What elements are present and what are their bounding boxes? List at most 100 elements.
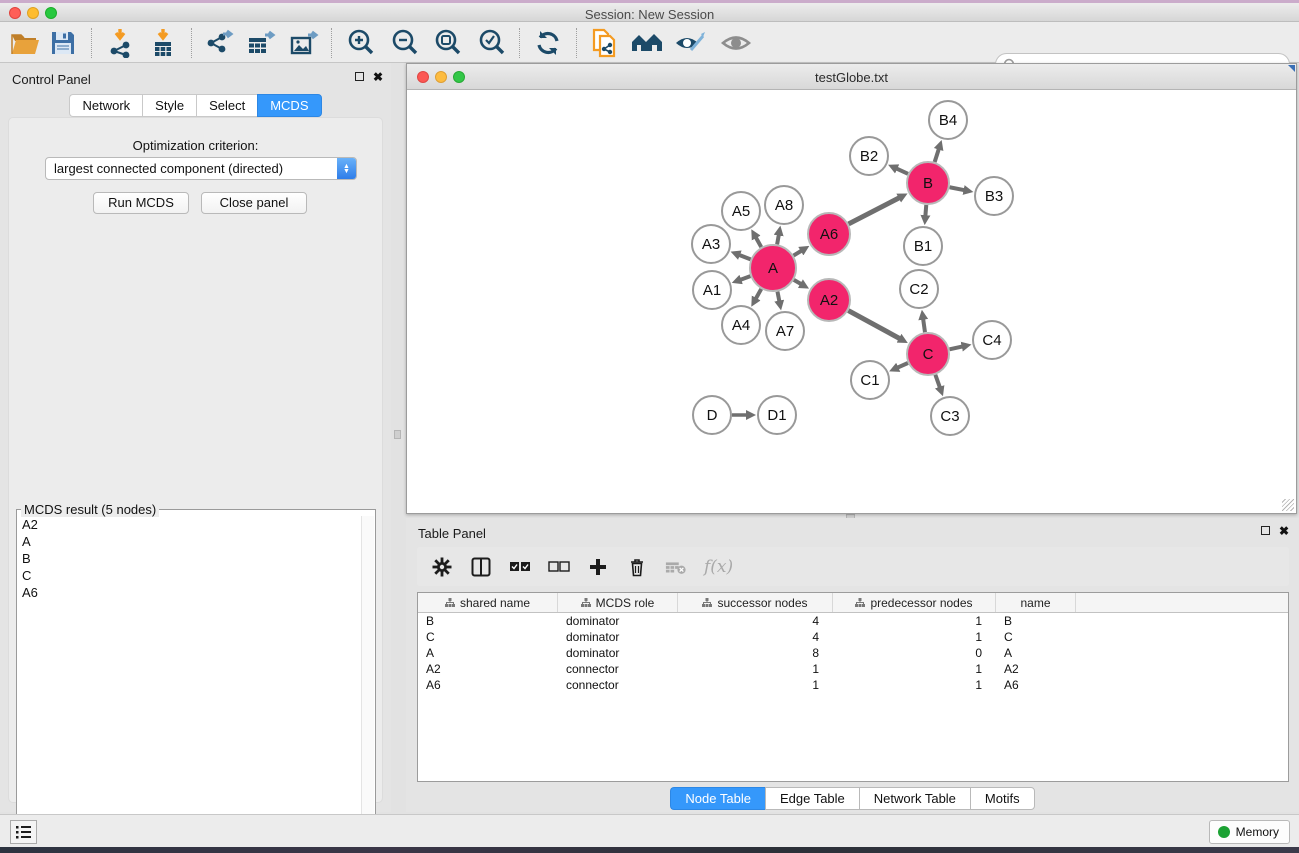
table-cell[interactable]: 1 xyxy=(833,677,996,693)
tab-select[interactable]: Select xyxy=(196,94,257,117)
tab-motifs[interactable]: Motifs xyxy=(970,787,1035,810)
open-file-icon[interactable] xyxy=(8,27,42,59)
column-header-name[interactable]: name xyxy=(996,593,1076,612)
first-neighbors-icon[interactable] xyxy=(630,27,664,59)
node-B1[interactable]: B1 xyxy=(904,227,942,265)
mcds-result-item[interactable]: B xyxy=(18,550,362,567)
table-cell[interactable]: connector xyxy=(558,661,678,677)
edge-A-A3[interactable] xyxy=(739,255,751,260)
column-header-successor-nodes[interactable]: successor nodes xyxy=(678,593,833,612)
zoom-selected-icon[interactable] xyxy=(475,27,509,59)
edge-A6-B[interactable] xyxy=(849,198,900,224)
close-panel-button[interactable]: Close panel xyxy=(201,192,307,214)
tab-mcds[interactable]: MCDS xyxy=(257,94,321,117)
edge-A-A1[interactable] xyxy=(740,276,750,280)
table-row[interactable]: Adominator80A xyxy=(418,645,1288,661)
mcds-result-item[interactable]: A6 xyxy=(18,584,362,601)
column-header-predecessor-nodes[interactable]: predecessor nodes xyxy=(833,593,996,612)
vertical-splitter-handle[interactable] xyxy=(394,430,401,439)
edge-A-A6[interactable] xyxy=(794,251,802,256)
table-cell[interactable]: A2 xyxy=(996,661,1076,677)
float-panel-icon[interactable] xyxy=(355,72,364,81)
save-session-icon[interactable] xyxy=(46,27,80,59)
settings-gear-icon[interactable] xyxy=(431,557,453,577)
table-cell[interactable]: B xyxy=(418,613,558,629)
column-header-shared-name[interactable]: shared name xyxy=(418,593,558,612)
table-row[interactable]: A2connector11A2 xyxy=(418,661,1288,677)
node-A3[interactable]: A3 xyxy=(692,225,730,263)
table-cell[interactable]: 1 xyxy=(833,613,996,629)
node-D1[interactable]: D1 xyxy=(758,396,796,434)
node-C2[interactable]: C2 xyxy=(900,270,938,308)
memory-button[interactable]: Memory xyxy=(1209,820,1290,844)
tab-node-table[interactable]: Node Table xyxy=(670,787,765,810)
table-cell[interactable]: dominator xyxy=(558,629,678,645)
import-table-icon[interactable] xyxy=(146,27,180,59)
table-cell[interactable]: B xyxy=(996,613,1076,629)
zoom-fit-icon[interactable] xyxy=(431,27,465,59)
mcds-result-item[interactable]: A2 xyxy=(18,516,362,533)
node-C3[interactable]: C3 xyxy=(931,397,969,435)
edge-C-C2[interactable] xyxy=(923,319,925,332)
edge-B-B3[interactable] xyxy=(950,187,965,190)
import-network-icon[interactable] xyxy=(103,27,137,59)
delete-table-icon[interactable] xyxy=(665,559,687,575)
close-table-panel-icon[interactable]: ✖ xyxy=(1279,526,1289,536)
edge-A-A7[interactable] xyxy=(777,292,779,302)
mcds-result-item[interactable]: A xyxy=(18,533,362,550)
node-A[interactable]: A xyxy=(750,245,796,291)
zoom-out-icon[interactable] xyxy=(388,27,422,59)
clone-network-icon[interactable] xyxy=(588,27,622,59)
table-cell[interactable]: 1 xyxy=(678,661,833,677)
node-A2[interactable]: A2 xyxy=(808,279,850,321)
table-cell[interactable]: A2 xyxy=(418,661,558,677)
run-mcds-button[interactable]: Run MCDS xyxy=(93,192,189,214)
table-cell[interactable]: A xyxy=(418,645,558,661)
table-cell[interactable]: dominator xyxy=(558,645,678,661)
table-cell[interactable]: 1 xyxy=(833,629,996,645)
refresh-layout-icon[interactable] xyxy=(531,27,565,59)
node-A8[interactable]: A8 xyxy=(765,186,803,224)
table-row[interactable]: A6connector11A6 xyxy=(418,677,1288,693)
resize-grip-icon[interactable] xyxy=(1282,499,1294,511)
tab-network-table[interactable]: Network Table xyxy=(859,787,970,810)
table-cell[interactable]: A xyxy=(996,645,1076,661)
node-B2[interactable]: B2 xyxy=(850,137,888,175)
edge-A2-C[interactable] xyxy=(848,311,900,339)
table-row[interactable]: Cdominator41C xyxy=(418,629,1288,645)
result-scrollbar[interactable] xyxy=(361,516,374,844)
table-cell[interactable]: C xyxy=(996,629,1076,645)
float-table-panel-icon[interactable] xyxy=(1261,526,1270,535)
network-window-titlebar[interactable]: testGlobe.txt xyxy=(407,64,1296,90)
node-A4[interactable]: A4 xyxy=(722,306,760,344)
deselect-all-rows-icon[interactable] xyxy=(548,561,570,573)
node-A5[interactable]: A5 xyxy=(722,192,760,230)
table-cell[interactable]: dominator xyxy=(558,613,678,629)
table-cell[interactable]: connector xyxy=(558,677,678,693)
column-header-MCDS-role[interactable]: MCDS role xyxy=(558,593,678,612)
export-table-icon[interactable] xyxy=(244,27,278,59)
edge-B-B2[interactable] xyxy=(896,168,908,173)
node-B[interactable]: B xyxy=(907,162,949,204)
table-cell[interactable]: 8 xyxy=(678,645,833,661)
node-C1[interactable]: C1 xyxy=(851,361,889,399)
edge-A-A5[interactable] xyxy=(756,237,762,247)
hide-graphics-details-icon[interactable] xyxy=(673,27,707,59)
edge-C-C3[interactable] xyxy=(935,375,940,388)
task-history-button[interactable] xyxy=(10,820,37,844)
edge-A-A8[interactable] xyxy=(777,235,779,245)
tab-edge-table[interactable]: Edge Table xyxy=(765,787,859,810)
close-panel-icon[interactable]: ✖ xyxy=(373,72,383,82)
table-cell[interactable]: 0 xyxy=(833,645,996,661)
node-B3[interactable]: B3 xyxy=(975,177,1013,215)
node-A1[interactable]: A1 xyxy=(693,271,731,309)
table-cell[interactable]: 4 xyxy=(678,613,833,629)
edge-C-C4[interactable] xyxy=(949,346,962,349)
export-image-icon[interactable] xyxy=(287,27,321,59)
tab-style[interactable]: Style xyxy=(142,94,196,117)
table-cell[interactable]: 1 xyxy=(678,677,833,693)
edge-B-B4[interactable] xyxy=(935,149,939,162)
edge-B-B1[interactable] xyxy=(925,205,926,216)
zoom-in-icon[interactable] xyxy=(344,27,378,59)
tab-network[interactable]: Network xyxy=(69,94,142,117)
